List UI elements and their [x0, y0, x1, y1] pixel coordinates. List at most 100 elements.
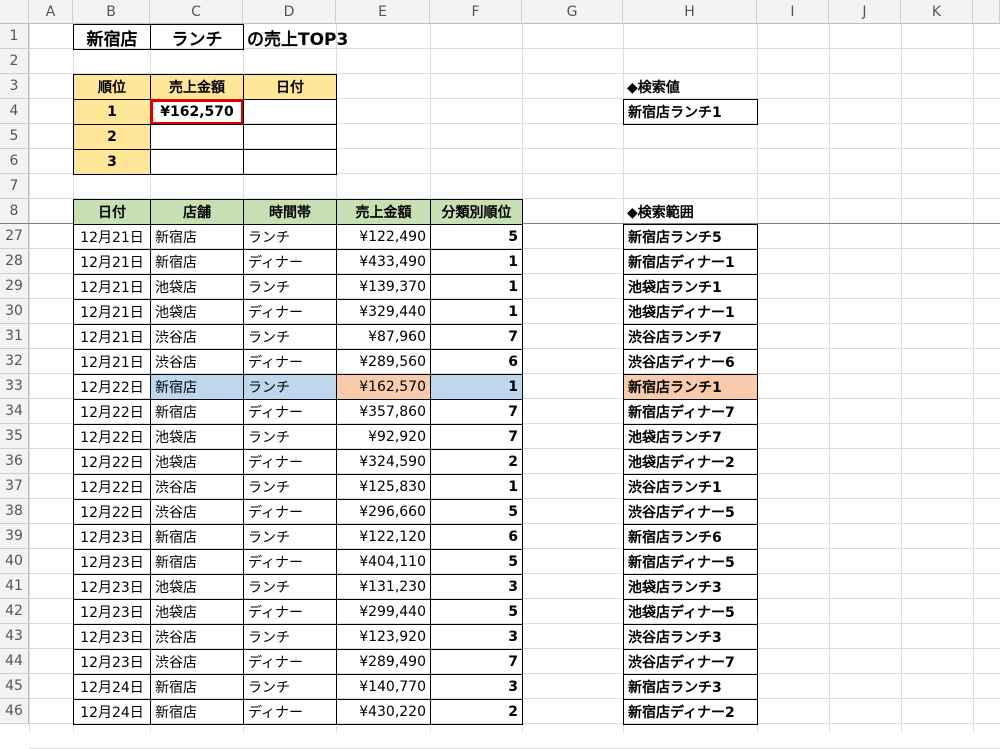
selected-cell-c4[interactable]: ¥162,570 — [150, 99, 244, 125]
search-key-cell[interactable]: 新宿店ディナー1 — [623, 249, 758, 275]
search-key-cell[interactable]: 池袋店ディナー1 — [623, 299, 758, 325]
search-key-cell[interactable]: 渋谷店ランチ7 — [623, 324, 758, 350]
search-key-cell[interactable]: 渋谷店ディナー6 — [623, 349, 758, 375]
search-key-cell[interactable]: 渋谷店ランチ3 — [623, 624, 758, 650]
search-key-cell[interactable]: 新宿店ランチ5 — [623, 224, 758, 250]
rank-cell[interactable]: 5 — [430, 599, 523, 625]
search-key-cell[interactable]: 池袋店ディナー5 — [623, 599, 758, 625]
store-cell[interactable]: 渋谷店 — [150, 624, 244, 650]
time-cell[interactable]: ディナー — [243, 449, 337, 475]
row-header-5[interactable]: 5 — [0, 124, 29, 149]
rank-cell[interactable]: 7 — [430, 324, 523, 350]
row-header-30[interactable]: 30 — [0, 299, 29, 324]
date-cell[interactable]: 12月22日 — [73, 424, 151, 450]
date-cell[interactable]: 12月21日 — [73, 349, 151, 375]
row-header-35[interactable]: 35 — [0, 424, 29, 449]
amount-cell[interactable]: ¥357,860 — [336, 399, 431, 425]
row-header-38[interactable]: 38 — [0, 499, 29, 524]
row-header-31[interactable]: 31 — [0, 324, 29, 349]
top3-rank-cell[interactable]: 2 — [73, 124, 151, 150]
search-key-cell[interactable]: 新宿店ランチ6 — [623, 524, 758, 550]
column-header-d[interactable]: D — [243, 0, 336, 24]
date-cell[interactable]: 12月21日 — [73, 249, 151, 275]
time-cell[interactable]: ディナー — [243, 299, 337, 325]
top3-amount-cell[interactable] — [150, 124, 244, 150]
row-header-4[interactable]: 4 — [0, 99, 29, 124]
search-key-cell[interactable]: 新宿店ディナー5 — [623, 549, 758, 575]
data-header-0[interactable]: 日付 — [73, 199, 151, 225]
top3-date-cell[interactable] — [243, 124, 337, 150]
date-cell[interactable]: 12月23日 — [73, 599, 151, 625]
time-cell[interactable]: ランチ — [243, 424, 337, 450]
time-cell[interactable]: ランチ — [243, 524, 337, 550]
time-cell[interactable]: ディナー — [243, 499, 337, 525]
amount-cell[interactable]: ¥289,490 — [336, 649, 431, 675]
rank-cell[interactable]: 1 — [430, 374, 523, 400]
rank-cell[interactable]: 2 — [430, 449, 523, 475]
time-cell[interactable]: ディナー — [243, 549, 337, 575]
select-all-corner[interactable] — [0, 0, 29, 24]
top3-date-cell[interactable] — [243, 99, 337, 125]
date-cell[interactable]: 12月23日 — [73, 649, 151, 675]
search-key-cell[interactable]: 渋谷店ランチ1 — [623, 474, 758, 500]
time-cell[interactable]: ランチ — [243, 574, 337, 600]
time-cell[interactable]: ディナー — [243, 349, 337, 375]
search-key-cell[interactable]: 池袋店ランチ3 — [623, 574, 758, 600]
top3-rank-header[interactable]: 順位 — [73, 74, 151, 100]
store-cell[interactable]: 新宿店 — [150, 224, 244, 250]
data-header-3[interactable]: 売上金額 — [336, 199, 431, 225]
date-cell[interactable]: 12月22日 — [73, 374, 151, 400]
row-header-29[interactable]: 29 — [0, 274, 29, 299]
row-header-3[interactable]: 3 — [0, 74, 29, 99]
row-header-27[interactable]: 27 — [0, 224, 29, 249]
row-header-32[interactable]: 32 — [0, 349, 29, 374]
amount-cell[interactable]: ¥139,370 — [336, 274, 431, 300]
top3-date-cell[interactable] — [243, 149, 337, 175]
row-header-39[interactable]: 39 — [0, 524, 29, 549]
time-cell[interactable]: ランチ — [243, 374, 337, 400]
title-store-cell[interactable]: 新宿店 — [73, 24, 151, 50]
search-key-cell[interactable]: 渋谷店ディナー5 — [623, 499, 758, 525]
amount-cell[interactable]: ¥122,120 — [336, 524, 431, 550]
store-cell[interactable]: 新宿店 — [150, 674, 244, 700]
rank-cell[interactable]: 6 — [430, 524, 523, 550]
title-period-cell[interactable]: ランチ — [150, 24, 244, 50]
search-key-cell[interactable]: 新宿店ランチ3 — [623, 674, 758, 700]
search-key-cell[interactable]: 渋谷店ディナー7 — [623, 649, 758, 675]
date-cell[interactable]: 12月23日 — [73, 574, 151, 600]
time-cell[interactable]: ランチ — [243, 274, 337, 300]
amount-cell[interactable]: ¥433,490 — [336, 249, 431, 275]
amount-cell[interactable]: ¥289,560 — [336, 349, 431, 375]
row-header-37[interactable]: 37 — [0, 474, 29, 499]
row-header-1[interactable]: 1 — [0, 24, 29, 49]
top3-date-header[interactable]: 日付 — [243, 74, 337, 100]
time-cell[interactable]: ディナー — [243, 249, 337, 275]
store-cell[interactable]: 池袋店 — [150, 299, 244, 325]
rank-cell[interactable]: 3 — [430, 624, 523, 650]
amount-cell[interactable]: ¥125,830 — [336, 474, 431, 500]
column-header-b[interactable]: B — [73, 0, 150, 24]
amount-cell[interactable]: ¥430,220 — [336, 699, 431, 725]
store-cell[interactable]: 渋谷店 — [150, 499, 244, 525]
rank-cell[interactable]: 1 — [430, 274, 523, 300]
amount-cell[interactable]: ¥92,920 — [336, 424, 431, 450]
time-cell[interactable]: ディナー — [243, 599, 337, 625]
row-header-34[interactable]: 34 — [0, 399, 29, 424]
date-cell[interactable]: 12月21日 — [73, 224, 151, 250]
data-header-2[interactable]: 時間帯 — [243, 199, 337, 225]
search-key-cell[interactable]: 池袋店ディナー2 — [623, 449, 758, 475]
amount-cell[interactable]: ¥296,660 — [336, 499, 431, 525]
store-cell[interactable]: 渋谷店 — [150, 349, 244, 375]
rank-cell[interactable]: 7 — [430, 649, 523, 675]
row-header-7[interactable]: 7 — [0, 174, 29, 199]
column-header-j[interactable]: J — [829, 0, 901, 24]
date-cell[interactable]: 12月21日 — [73, 299, 151, 325]
date-cell[interactable]: 12月22日 — [73, 449, 151, 475]
date-cell[interactable]: 12月21日 — [73, 274, 151, 300]
date-cell[interactable]: 12月24日 — [73, 699, 151, 725]
search-key-cell[interactable]: 新宿店ディナー2 — [623, 699, 758, 725]
store-cell[interactable]: 池袋店 — [150, 274, 244, 300]
rank-cell[interactable]: 3 — [430, 674, 523, 700]
row-header-45[interactable]: 45 — [0, 674, 29, 699]
rank-cell[interactable]: 6 — [430, 349, 523, 375]
